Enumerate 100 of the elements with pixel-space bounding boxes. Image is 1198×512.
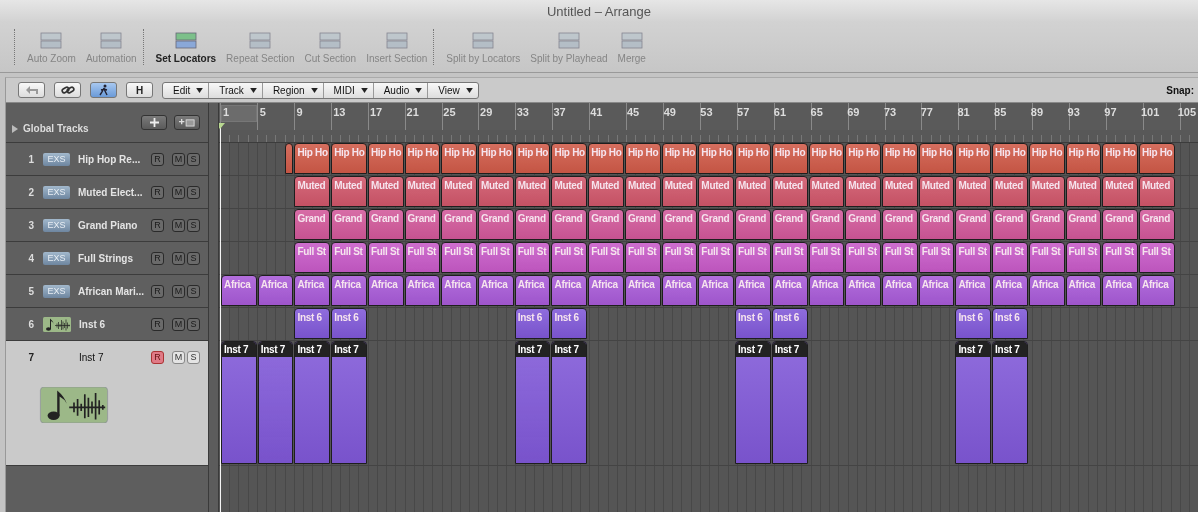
region[interactable]: Full St <box>771 242 808 273</box>
region[interactable]: Grand <box>551 209 588 240</box>
region[interactable]: Grand <box>955 209 992 240</box>
region[interactable]: Full St <box>367 242 404 273</box>
region[interactable]: Muted <box>955 176 992 207</box>
menu-button[interactable]: MIDI <box>323 82 374 98</box>
region[interactable]: Inst 7 <box>955 341 992 464</box>
region[interactable]: Inst 7 <box>257 341 294 464</box>
region[interactable]: Muted <box>808 176 845 207</box>
region[interactable]: Hip Ho <box>992 143 1028 174</box>
region[interactable]: Full St <box>1028 242 1065 273</box>
region[interactable]: Africa <box>367 275 404 306</box>
region[interactable]: Grand <box>1028 209 1065 240</box>
region[interactable]: Full St <box>992 242 1028 273</box>
region[interactable]: Africa <box>1065 275 1102 306</box>
region[interactable]: Muted <box>478 176 514 207</box>
region[interactable]: Hip Ho <box>808 143 845 174</box>
track-header[interactable]: 7 Inst 7 R M S <box>6 341 208 466</box>
region[interactable]: Hip Ho <box>331 143 367 174</box>
record-enable-button[interactable]: R <box>151 284 164 298</box>
region[interactable]: Grand <box>1139 209 1175 240</box>
region[interactable]: Grand <box>698 209 735 240</box>
add-folder-button[interactable] <box>174 115 200 130</box>
region[interactable]: Full St <box>441 242 478 273</box>
region[interactable]: Africa <box>808 275 845 306</box>
region[interactable]: Hip Ho <box>367 143 404 174</box>
region[interactable]: Muted <box>624 176 661 207</box>
region[interactable]: Inst 6 <box>735 308 771 339</box>
region[interactable]: Full St <box>881 242 918 273</box>
region[interactable]: Inst 6 <box>955 308 992 339</box>
region[interactable]: Hip Ho <box>441 143 478 174</box>
region[interactable]: Muted <box>441 176 478 207</box>
region[interactable]: Hip Ho <box>1139 143 1175 174</box>
region[interactable]: Hip Ho <box>881 143 918 174</box>
region[interactable]: Hip Ho <box>294 143 331 174</box>
region[interactable]: Full St <box>551 242 588 273</box>
locator-range[interactable] <box>221 105 257 122</box>
region[interactable]: Grand <box>404 209 441 240</box>
region[interactable]: Hip Ho <box>771 143 808 174</box>
region[interactable]: Muted <box>1139 176 1175 207</box>
region[interactable]: Inst 7 <box>992 341 1028 464</box>
region[interactable]: Muted <box>1065 176 1102 207</box>
region[interactable]: Africa <box>441 275 478 306</box>
menu-button[interactable]: Track <box>209 82 263 98</box>
region[interactable]: Grand <box>881 209 918 240</box>
mute-button[interactable]: M <box>172 251 185 265</box>
global-tracks-toggle[interactable]: Global Tracks <box>12 123 89 134</box>
region[interactable]: Inst 7 <box>514 341 551 464</box>
region[interactable]: Full St <box>514 242 551 273</box>
region[interactable]: Inst 7 <box>331 341 367 464</box>
region[interactable]: Africa <box>551 275 588 306</box>
region[interactable]: Muted <box>404 176 441 207</box>
mute-button[interactable]: M <box>172 185 185 199</box>
region[interactable]: Grand <box>588 209 624 240</box>
hide-button[interactable]: H <box>126 82 153 98</box>
region[interactable]: Muted <box>845 176 881 207</box>
region[interactable]: Inst 6 <box>294 308 331 339</box>
region[interactable]: Hip Ho <box>404 143 441 174</box>
menu-button[interactable]: View <box>428 82 478 98</box>
region[interactable]: Full St <box>478 242 514 273</box>
record-enable-button[interactable]: R <box>151 152 164 166</box>
region[interactable]: Full St <box>661 242 698 273</box>
catch-button[interactable] <box>90 82 117 98</box>
region[interactable]: Muted <box>294 176 331 207</box>
record-enable-button[interactable]: R <box>151 350 164 364</box>
region[interactable]: Full St <box>698 242 735 273</box>
region[interactable]: Africa <box>257 275 294 306</box>
solo-button[interactable]: S <box>187 218 200 232</box>
region[interactable]: Full St <box>404 242 441 273</box>
region[interactable]: Full St <box>918 242 955 273</box>
region[interactable]: Africa <box>1102 275 1138 306</box>
region[interactable]: Full St <box>845 242 881 273</box>
region[interactable]: Grand <box>478 209 514 240</box>
region[interactable]: Africa <box>735 275 771 306</box>
region[interactable]: Hip Ho <box>624 143 661 174</box>
region[interactable]: Hip Ho <box>514 143 551 174</box>
mute-button[interactable]: M <box>172 317 185 331</box>
region[interactable]: Africa <box>331 275 367 306</box>
region[interactable]: Africa <box>698 275 735 306</box>
mute-button[interactable]: M <box>172 284 185 298</box>
menu-button[interactable]: Edit <box>163 82 210 98</box>
region[interactable]: Muted <box>1028 176 1065 207</box>
region[interactable]: Muted <box>698 176 735 207</box>
region[interactable]: Inst 6 <box>992 308 1028 339</box>
region[interactable]: Hip Ho <box>588 143 624 174</box>
region[interactable]: Muted <box>881 176 918 207</box>
region[interactable]: Africa <box>918 275 955 306</box>
region[interactable]: Hip Ho <box>955 143 992 174</box>
region[interactable]: Muted <box>331 176 367 207</box>
region[interactable]: Africa <box>588 275 624 306</box>
region[interactable]: Grand <box>1102 209 1138 240</box>
region[interactable]: Grand <box>331 209 367 240</box>
record-enable-button[interactable]: R <box>151 251 164 265</box>
region[interactable]: Grand <box>918 209 955 240</box>
region[interactable]: Grand <box>992 209 1028 240</box>
region[interactable]: Full St <box>331 242 367 273</box>
region[interactable]: Hip Ho <box>1065 143 1102 174</box>
back-button[interactable] <box>18 82 45 98</box>
bar-ruler[interactable]: 1 5 9 13 17 21 25 29 33 37 41 45 49 53 57 61 65 69 73 77 81 85 89 93 97 101 105 <box>219 103 1198 130</box>
region[interactable]: Inst 6 <box>771 308 808 339</box>
